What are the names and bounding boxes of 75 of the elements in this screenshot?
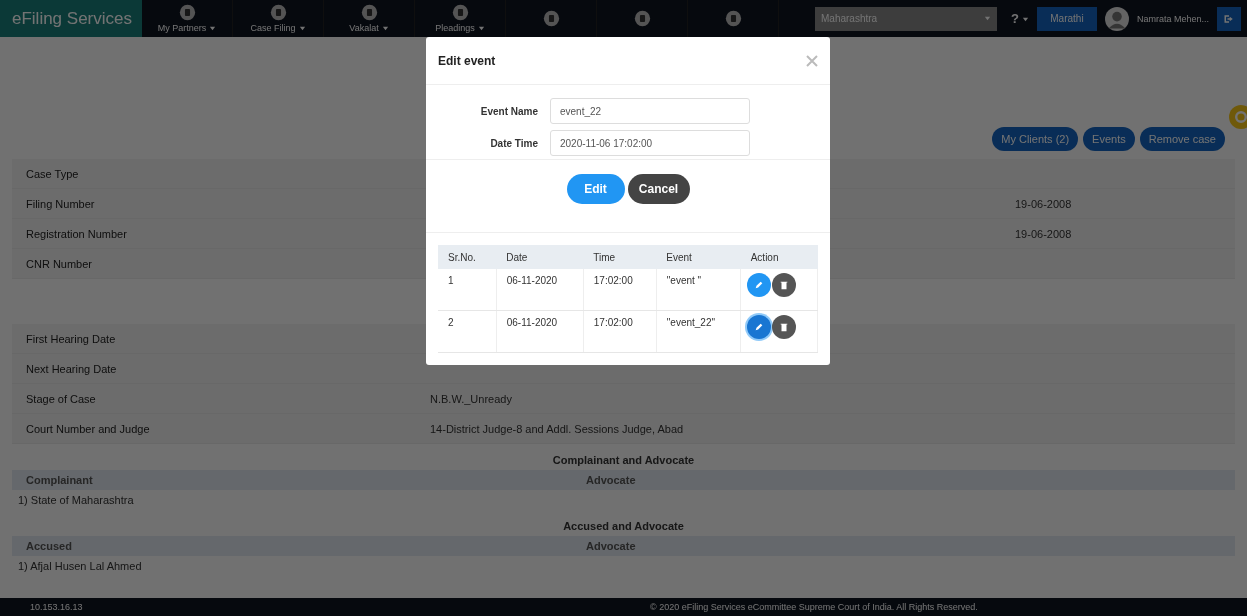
cancel-button[interactable]: Cancel (627, 174, 690, 204)
table-cell: 2 (438, 310, 497, 353)
nav-menu-item[interactable]: Pleadings (435, 23, 485, 33)
field-label: Court Number and Judge (26, 422, 151, 435)
table-cell: "event " (656, 269, 741, 311)
column-header: Time (583, 245, 657, 269)
input-field[interactable]: 2020-11-06 17:02:00 (550, 130, 750, 156)
close-icon[interactable] (806, 54, 818, 67)
edit-button[interactable]: Edit (566, 174, 625, 204)
field-label: CNR Number (26, 257, 93, 270)
table-cell: 06-11-2020 (496, 310, 584, 353)
caret-icon (298, 24, 306, 32)
column-header: Date (496, 245, 584, 269)
brand-logo[interactable]: eFiling Services (0, 0, 142, 37)
table-cell: 17:02:00 (583, 310, 657, 353)
circle-icon[interactable] (269, 4, 287, 21)
logout-button[interactable] (1217, 6, 1241, 31)
edit-button[interactable] (747, 315, 772, 339)
logout-icon (1223, 12, 1235, 25)
circle-icon[interactable] (633, 10, 651, 27)
dialog-title: Edit event (438, 53, 496, 68)
action-button[interactable]: Events (1083, 127, 1135, 151)
avatar-icon[interactable] (1104, 6, 1129, 31)
circle-icon[interactable] (451, 4, 469, 21)
caret-icon (477, 24, 485, 32)
input-field[interactable]: event_22 (550, 98, 750, 124)
circle-icon[interactable] (360, 4, 378, 21)
caret-icon (381, 24, 389, 32)
field-label: Registration Number (26, 227, 128, 240)
nav-menu-item[interactable]: My Partners (157, 23, 217, 33)
column-header: Event (656, 245, 741, 269)
help-menu[interactable]: ? (1011, 11, 1029, 26)
ip-address: 10.153.16.13 (30, 602, 84, 612)
section-title: Complainant and Advocate (551, 453, 696, 468)
circle-icon[interactable] (542, 10, 560, 27)
language-button[interactable]: Marathi (1036, 6, 1097, 31)
field-label: Date Time (489, 137, 539, 149)
nav-menu-item[interactable]: Vakalat (349, 23, 389, 33)
column-header: Action (740, 245, 818, 269)
field-label: First Hearing Date (26, 332, 117, 345)
action-button[interactable]: My Clients (2) (992, 127, 1079, 151)
caret-icon (1021, 16, 1029, 23)
field-value: 14-District Judge-8 and Addl. Sessions Judge, Abad (430, 422, 684, 435)
field-label: Next Hearing Date (26, 362, 118, 375)
delete-button[interactable] (772, 273, 797, 297)
table-cell: 06-11-2020 (496, 269, 584, 311)
table-header: Accused Advocate (12, 536, 1235, 556)
field-label: Filing Number (26, 197, 96, 210)
trash-icon (779, 322, 790, 332)
pencil-icon (754, 322, 765, 332)
table-cell-text: 1) Afjal Husen Lal Ahmed (18, 560, 143, 572)
section-title: Accused and Advocate (562, 519, 685, 534)
caret-icon (984, 15, 991, 22)
table-cell-text: 1) State of Maharashtra (18, 494, 135, 506)
field-label: Event Name (479, 105, 539, 117)
table-header: Complainant Advocate (12, 470, 1235, 490)
action-button[interactable]: Remove case (1139, 127, 1225, 151)
user-name[interactable]: Namrata Mehen... (1136, 13, 1209, 24)
delete-button[interactable] (772, 315, 797, 339)
table-cell: 1 (438, 269, 497, 311)
nav-menu-item[interactable]: Case Filing (250, 23, 306, 33)
table-cell: 17:02:00 (583, 269, 657, 311)
field-value: 19-06-2008 (1015, 197, 1072, 210)
field-label: Stage of Case (26, 392, 97, 405)
table-cell: "event_22" (656, 310, 741, 353)
circle-icon[interactable] (178, 4, 196, 21)
caret-icon (209, 24, 217, 32)
field-value: N.B.W._Unready (430, 392, 512, 405)
trash-icon (779, 280, 790, 290)
copyright-text: © 2020 eFiling Services eCommittee Supreme Court of India. All Rights Reserved. (650, 602, 978, 612)
circle-icon[interactable] (724, 10, 742, 27)
edit-button[interactable] (747, 273, 772, 297)
field-label: Case Type (26, 167, 80, 180)
column-header: Sr.No. (438, 245, 497, 269)
field-value: 19-06-2008 (1015, 227, 1072, 240)
